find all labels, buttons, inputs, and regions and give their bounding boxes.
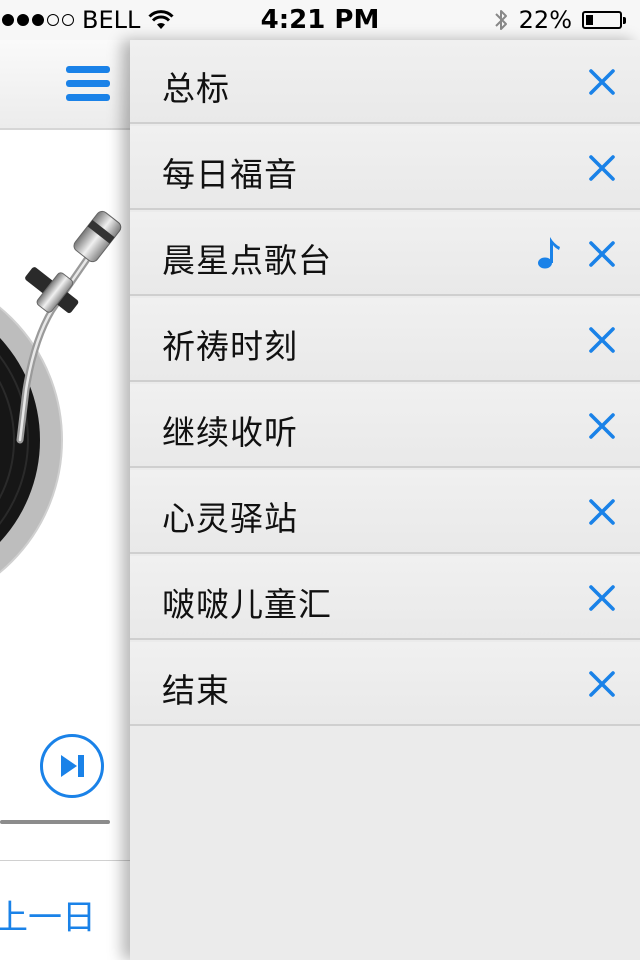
- menu-item[interactable]: 继续收听: [130, 384, 640, 468]
- menu-item-label: 心灵驿站: [162, 499, 298, 538]
- menu-icon[interactable]: [66, 66, 110, 102]
- divider: [0, 860, 130, 861]
- progress-bar[interactable]: [0, 820, 110, 824]
- player-nav-bar: [0, 40, 130, 130]
- menu-item[interactable]: 心灵驿站: [130, 470, 640, 554]
- menu-item-label: 继续收听: [162, 413, 298, 452]
- close-icon[interactable]: [588, 412, 616, 440]
- menu-item[interactable]: 祈祷时刻: [130, 298, 640, 382]
- menu-item-label: 总标: [162, 69, 230, 108]
- close-icon[interactable]: [588, 240, 616, 268]
- battery-fill: [586, 15, 593, 25]
- menu-item[interactable]: 结束: [130, 642, 640, 726]
- status-right: 22%: [493, 6, 626, 34]
- close-icon[interactable]: [588, 584, 616, 612]
- menu-item[interactable]: 晨星点歌台: [130, 212, 640, 296]
- side-menu: 总标每日福音晨星点歌台祈祷时刻继续收听心灵驿站啵啵儿童汇结束: [130, 40, 640, 960]
- skip-next-glyph: [61, 755, 84, 777]
- close-icon[interactable]: [588, 326, 616, 354]
- menu-item[interactable]: 啵啵儿童汇: [130, 556, 640, 640]
- menu-item-label: 啵啵儿童汇: [162, 585, 332, 624]
- close-icon[interactable]: [588, 68, 616, 96]
- menu-bar-line: [66, 66, 110, 73]
- close-icon[interactable]: [588, 498, 616, 526]
- previous-day-button[interactable]: 上一日: [0, 890, 96, 939]
- menu-item-label: 晨星点歌台: [162, 241, 332, 280]
- close-icon[interactable]: [588, 154, 616, 182]
- menu-item-label: 每日福音: [162, 155, 298, 194]
- battery-icon: [582, 11, 626, 29]
- player-pane: 上一日: [0, 40, 130, 960]
- menu-item[interactable]: 每日福音: [130, 126, 640, 210]
- menu-item[interactable]: 总标: [130, 40, 640, 124]
- music-note-icon: [538, 237, 560, 269]
- battery-tip: [623, 17, 626, 24]
- bluetooth-icon: [494, 10, 507, 30]
- menu-bar-line: [66, 80, 110, 87]
- turntable-image: [0, 210, 122, 574]
- menu-item-label: 结束: [162, 671, 230, 710]
- battery-percent: 22%: [518, 6, 572, 34]
- status-bar: BELL 4:21 PM 22%: [0, 0, 640, 40]
- menu-item-label: 祈祷时刻: [162, 327, 298, 366]
- next-track-icon[interactable]: [40, 734, 104, 798]
- menu-bar-line: [66, 94, 110, 101]
- close-icon[interactable]: [588, 670, 616, 698]
